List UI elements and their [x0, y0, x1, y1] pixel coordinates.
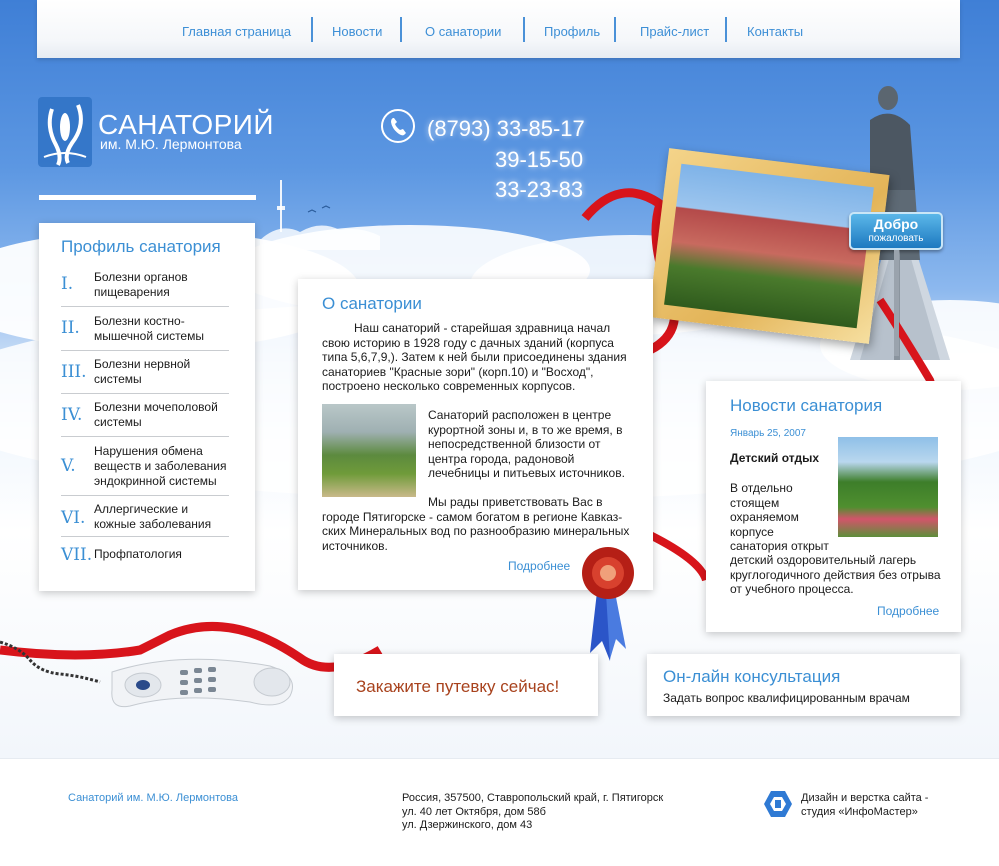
profile-item[interactable]: III. Болезни нервной системы [61, 357, 229, 389]
profile-title: Профиль санатория [61, 237, 221, 256]
infomaster-logo-icon[interactable] [763, 789, 793, 819]
profile-item-number: V. [61, 456, 76, 476]
footer-address-line: Россия, 357500, Ставропольский край, г. … [402, 792, 664, 804]
profile-item-label[interactable]: Аллергические и кожные заболевания [94, 502, 229, 532]
nav-item-pricelist[interactable]: Прайс-лист [640, 24, 709, 39]
profile-item-number: I. [61, 274, 74, 294]
footer-address-line: ул. Дзержинского, дом 43 [402, 819, 533, 831]
footer-credits-line[interactable]: студия «ИнфоМастер» [801, 806, 928, 820]
profile-item-label[interactable]: Профпатология [94, 547, 182, 562]
nav-item-news[interactable]: Новости [332, 24, 382, 39]
nav-item-contacts[interactable]: Контакты [747, 24, 803, 39]
profile-item-number: VII. [61, 545, 93, 565]
profile-divider [61, 306, 229, 307]
footer: Санаторий им. М.Ю. Лермонтова Россия, 35… [0, 758, 999, 866]
wax-seal-icon [582, 547, 634, 661]
welcome-sign-line1: Добро [873, 216, 919, 232]
consultation-panel[interactable]: Он-лайн консультация Задать вопрос квали… [647, 654, 960, 716]
profile-item[interactable]: V. Нарушения обмена веществ и заболевани… [61, 444, 229, 490]
nav-separator [400, 17, 402, 42]
logo-subtitle: им. М.Ю. Лермонтова [100, 136, 242, 152]
profile-divider [61, 350, 229, 351]
nav-item-about[interactable]: О санатории [425, 24, 501, 39]
nav-separator [614, 17, 616, 42]
order-label[interactable]: Закажите путевку сейчас! [356, 677, 559, 697]
footer-credits: Дизайн и верстка сайта - студия «ИнфоМас… [801, 792, 928, 819]
profile-divider [61, 536, 229, 537]
news-photo [838, 437, 938, 537]
profile-panel: Профиль санатория I. Болезни органов пищ… [39, 223, 255, 591]
phone-number-2[interactable]: 39-15-50 [495, 147, 583, 173]
welcome-sign-line2: пожаловать [868, 233, 924, 244]
top-navigation: Главная страница Новости О санатории Про… [37, 0, 960, 58]
page: Главная страница Новости О санатории Про… [0, 0, 999, 866]
nav-separator [523, 17, 525, 42]
phone-number-3[interactable]: 33-23-83 [495, 177, 583, 203]
profile-item-label[interactable]: Болезни костно-мышечной системы [94, 314, 229, 344]
footer-address-line: ул. 40 лет Октября, дом 58б [402, 805, 546, 818]
profile-item[interactable]: II. Болезни костно-мышечной системы [61, 314, 229, 346]
nav-separator [725, 17, 727, 42]
telephone-handset-icon [0, 640, 293, 708]
profile-divider [61, 393, 229, 394]
profile-divider [61, 436, 229, 437]
profile-item[interactable]: I. Болезни органов пищеварения [61, 270, 229, 302]
news-panel: Новости санатория Январь 25, 2007 Детски… [706, 381, 961, 632]
consultation-title[interactable]: Он-лайн консультация [663, 667, 840, 687]
profile-item-number: VI. [61, 508, 86, 528]
news-date: Январь 25, 2007 [730, 428, 806, 439]
phone-icon [381, 109, 415, 143]
phone-number-1[interactable]: (8793) 33-85-17 [427, 116, 585, 142]
profile-item[interactable]: IV. Болезни мочеполовой системы [61, 400, 229, 432]
order-button[interactable]: Закажите путевку сейчас! [334, 654, 598, 716]
news-text-short: В отдельно стоящем охраняемом корпусе са… [730, 481, 829, 553]
about-paragraph-1: Наш санаторий - старейшая здравница нача… [322, 321, 627, 393]
profile-item-number: IV. [61, 405, 83, 425]
welcome-sign-pole [894, 250, 899, 356]
logo-mark-icon[interactable] [38, 97, 92, 167]
profile-item[interactable]: VII. Профпатология [61, 545, 229, 569]
news-title: Новости санатория [730, 396, 883, 415]
profile-item-label[interactable]: Болезни мочеполовой системы [94, 400, 229, 430]
footer-site-name[interactable]: Санаторий им. М.Ю. Лермонтова [68, 792, 238, 804]
profile-item-label[interactable]: Болезни нервной системы [94, 357, 229, 387]
about-title: О санатории [322, 294, 422, 313]
profile-item-label[interactable]: Болезни органов пищеварения [94, 270, 229, 300]
profile-divider [61, 495, 229, 496]
profile-item[interactable]: VI. Аллергические и кожные заболевания [61, 502, 229, 534]
building-photo [664, 163, 874, 329]
nav-item-home[interactable]: Главная страница [182, 24, 291, 39]
about-paragraph-2: Санаторий расположен в центре курортной … [428, 408, 625, 480]
profile-item-label[interactable]: Нарушения обмена веществ и заболевания э… [94, 444, 229, 489]
consultation-subtitle: Задать вопрос квалифицированным врачам [663, 691, 910, 705]
footer-address: Россия, 357500, Ставропольский край, г. … [402, 792, 663, 833]
nav-separator [311, 17, 313, 42]
about-more-link[interactable]: Подробнее [508, 559, 570, 573]
news-text-rest: детский оздоровительный лагерь круглогод… [730, 553, 941, 596]
news-more-link[interactable]: Подробнее [877, 604, 939, 618]
welcome-sign: Добро пожаловать [849, 212, 943, 250]
profile-item-number: II. [61, 318, 80, 338]
news-headline[interactable]: Детский отдых [730, 451, 819, 465]
nav-item-profile[interactable]: Профиль [544, 24, 600, 39]
profile-item-number: III. [61, 362, 87, 382]
footer-credits-line: Дизайн и верстка сайта - [801, 792, 929, 804]
about-photo [322, 404, 416, 497]
logo-divider [39, 195, 256, 200]
